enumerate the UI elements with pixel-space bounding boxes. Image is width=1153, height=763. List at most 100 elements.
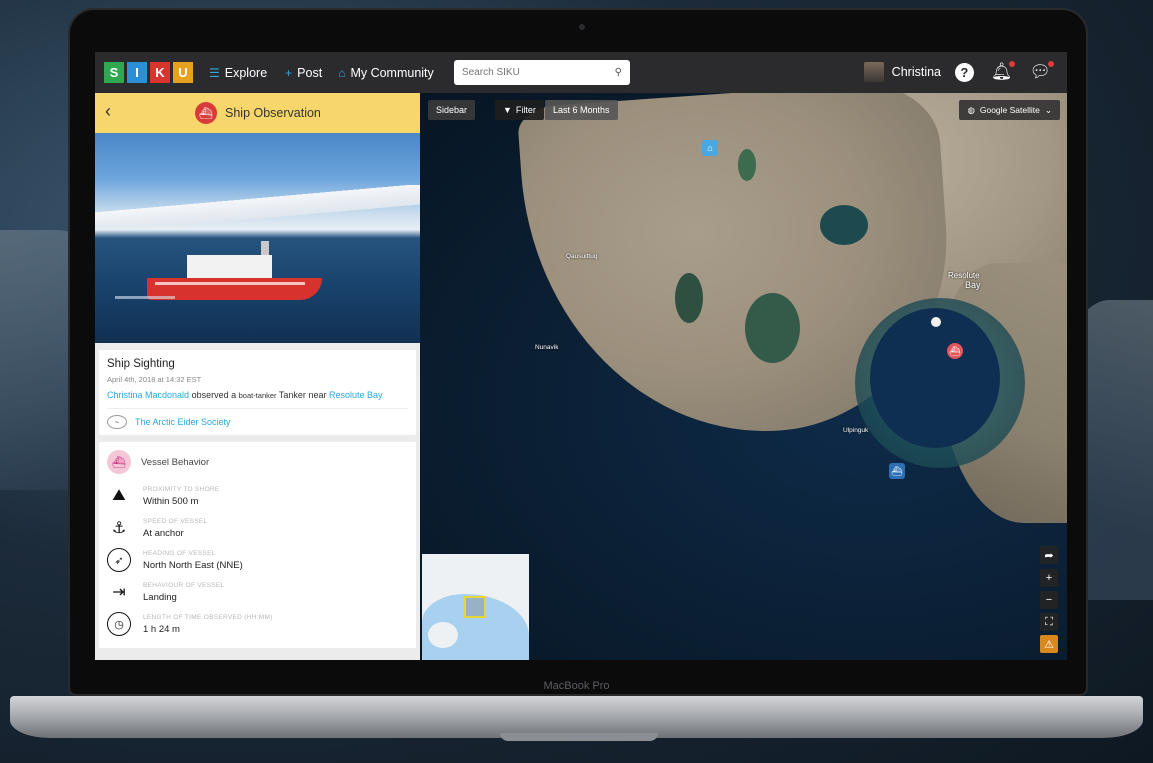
- nav-icon-group: ? 🔔︎ 💬︎: [955, 62, 1051, 82]
- sighting-timestamp: April 4th, 2018 at 14:32 EST: [107, 375, 408, 384]
- compass-icon: ➶: [107, 548, 131, 572]
- ship-photo[interactable]: [95, 133, 420, 343]
- map-lake: [675, 273, 703, 323]
- app-screen: S I K U ☰ Explore + Post ⌂ My Community …: [95, 52, 1067, 660]
- nav-explore-label: Explore: [225, 66, 267, 80]
- community-marker-icon[interactable]: ⌂: [702, 140, 718, 156]
- help-icon[interactable]: ?: [955, 63, 974, 82]
- filter-label: Filter: [516, 105, 536, 115]
- vessel-type: boat-tanker: [239, 391, 277, 400]
- organization-name: The Arctic Eider Society: [135, 417, 231, 427]
- notification-dot: [1009, 61, 1015, 67]
- device-label: MacBook Pro: [0, 680, 1153, 692]
- proximity-value: Within 500 m: [143, 496, 220, 507]
- avatar: [864, 62, 884, 82]
- map-bay: [870, 308, 1000, 448]
- chat-icon[interactable]: 💬︎: [1029, 62, 1051, 82]
- message-dot: [1048, 61, 1054, 67]
- warning-icon[interactable]: ⚠︎: [1040, 635, 1058, 653]
- date-range-button[interactable]: Last 6 Months: [545, 100, 618, 120]
- proximity-label: PROXIMITY TO SHORE: [143, 486, 220, 493]
- vessel-behavior-card: ⛴︎ Vessel Behavior ⛰︎ PROXIMITY TO SHORE…: [99, 442, 416, 648]
- photo-ship-wake: [115, 296, 175, 299]
- logo-letter-u: U: [173, 62, 193, 83]
- sighting-card: Ship Sighting April 4th, 2018 at 14:32 E…: [99, 350, 416, 435]
- observation-sidebar: ‹ ⛴︎ Ship Observation Ship Sighting Apri…: [95, 93, 420, 660]
- chevron-down-icon: ⌄: [1045, 105, 1052, 116]
- share-icon[interactable]: ➦: [1040, 546, 1058, 564]
- behavior-row-duration: ◷ LENGTH OF TIME OBSERVED (HH:MM) 1 h 24…: [107, 612, 408, 636]
- vessel-behavior-title: Vessel Behavior: [141, 457, 209, 468]
- behaviour-value: Landing: [143, 592, 224, 603]
- location-link[interactable]: Resolute Bay: [329, 390, 383, 400]
- marker-icon[interactable]: [931, 317, 941, 327]
- minimap-viewport[interactable]: [464, 596, 486, 618]
- map-layer-select[interactable]: ◍ Google Satellite ⌄: [959, 100, 1060, 120]
- behaviour-label: BEHAVIOUR OF VESSEL: [143, 582, 224, 589]
- globe-icon: ◍: [967, 105, 974, 116]
- minimap[interactable]: [422, 554, 529, 660]
- behavior-row-heading: ➶ HEADING OF VESSEL North North East (NN…: [107, 548, 408, 572]
- user-menu[interactable]: Christina: [864, 62, 941, 82]
- clock-icon: ◷: [107, 612, 131, 636]
- map-label-nunavik: Nunavik: [535, 344, 558, 351]
- nav-post[interactable]: + Post: [285, 66, 322, 80]
- search-icon[interactable]: ⚲: [615, 67, 622, 78]
- map-layer-label: Google Satellite: [980, 105, 1040, 115]
- vessel-behavior-header: ⛴︎ Vessel Behavior: [107, 450, 408, 474]
- eider-society-icon: ~: [107, 415, 127, 429]
- laptop-notch: [500, 733, 658, 741]
- filter-button[interactable]: ▼ Filter: [495, 100, 544, 120]
- igloo-icon: ⌂: [338, 66, 345, 80]
- camera-icon: [579, 24, 585, 30]
- speed-label: SPEED OF VESSEL: [143, 518, 207, 525]
- plus-icon: +: [285, 66, 292, 80]
- near-text: near: [308, 390, 326, 400]
- nav-post-label: Post: [297, 66, 322, 80]
- photo-mountains: [95, 185, 420, 225]
- satellite-map[interactable]: Qausuittuq Nunavik Resolute Bay Ulpinguk…: [420, 93, 1067, 660]
- behavior-row-speed: ⚓︎ SPEED OF VESSEL At anchor: [107, 516, 408, 540]
- top-nav: S I K U ☰ Explore + Post ⌂ My Community …: [95, 52, 1067, 93]
- map-label-ulpinguk: Ulpinguk: [843, 427, 868, 434]
- heading-label: HEADING OF VESSEL: [143, 550, 243, 557]
- map-lake: [820, 205, 868, 245]
- landing-icon: ⇥: [107, 580, 131, 604]
- fullscreen-icon[interactable]: ⛶: [1040, 613, 1058, 631]
- zoom-in-button[interactable]: +: [1040, 569, 1058, 587]
- filter-icon: ▼: [503, 105, 512, 115]
- behavior-row-behaviour: ⇥ BEHAVIOUR OF VESSEL Landing: [107, 580, 408, 604]
- map-label-bay: Bay: [965, 280, 981, 290]
- sidebar-header: ‹ ⛴︎ Ship Observation: [95, 93, 420, 133]
- zoom-out-button[interactable]: −: [1040, 591, 1058, 609]
- observed-text: observed a: [192, 390, 237, 400]
- anchor-icon: ⚓︎: [107, 516, 131, 540]
- back-icon[interactable]: ‹: [105, 101, 111, 122]
- observation-marker-icon[interactable]: ⛴︎: [947, 343, 963, 359]
- map-lake: [745, 293, 800, 363]
- siku-logo[interactable]: S I K U: [104, 62, 193, 83]
- sidebar-toggle-button[interactable]: Sidebar: [428, 100, 475, 120]
- sighting-title: Ship Sighting: [107, 358, 408, 370]
- organization-row[interactable]: ~ The Arctic Eider Society: [107, 408, 408, 429]
- map-label-qausuittuq: Qausuittuq: [566, 253, 597, 260]
- logo-letter-s: S: [104, 62, 124, 83]
- search-box[interactable]: ⚲: [454, 60, 630, 85]
- map-lake: [738, 149, 756, 181]
- laptop-base: [10, 696, 1143, 738]
- vessel-behavior-icon: ⛴︎: [107, 450, 131, 474]
- ship-marker-icon[interactable]: ⛴︎: [889, 463, 905, 479]
- vessel-name: Tanker: [279, 390, 306, 400]
- duration-value: 1 h 24 m: [143, 624, 273, 635]
- observation-title-label: Ship Observation: [225, 106, 321, 120]
- bell-icon[interactable]: 🔔︎: [991, 62, 1013, 82]
- nav-community[interactable]: ⌂ My Community: [338, 66, 434, 80]
- photo-ship-deck: [187, 255, 272, 279]
- behavior-row-proximity: ⛰︎ PROXIMITY TO SHORE Within 500 m: [107, 484, 408, 508]
- user-name: Christina: [892, 65, 941, 79]
- observer-link[interactable]: Christina Macdonald: [107, 390, 189, 400]
- nav-explore[interactable]: ☰ Explore: [209, 66, 267, 80]
- minimap-island: [428, 622, 458, 648]
- photo-ship-stripe: [155, 282, 305, 285]
- search-input[interactable]: [462, 67, 602, 78]
